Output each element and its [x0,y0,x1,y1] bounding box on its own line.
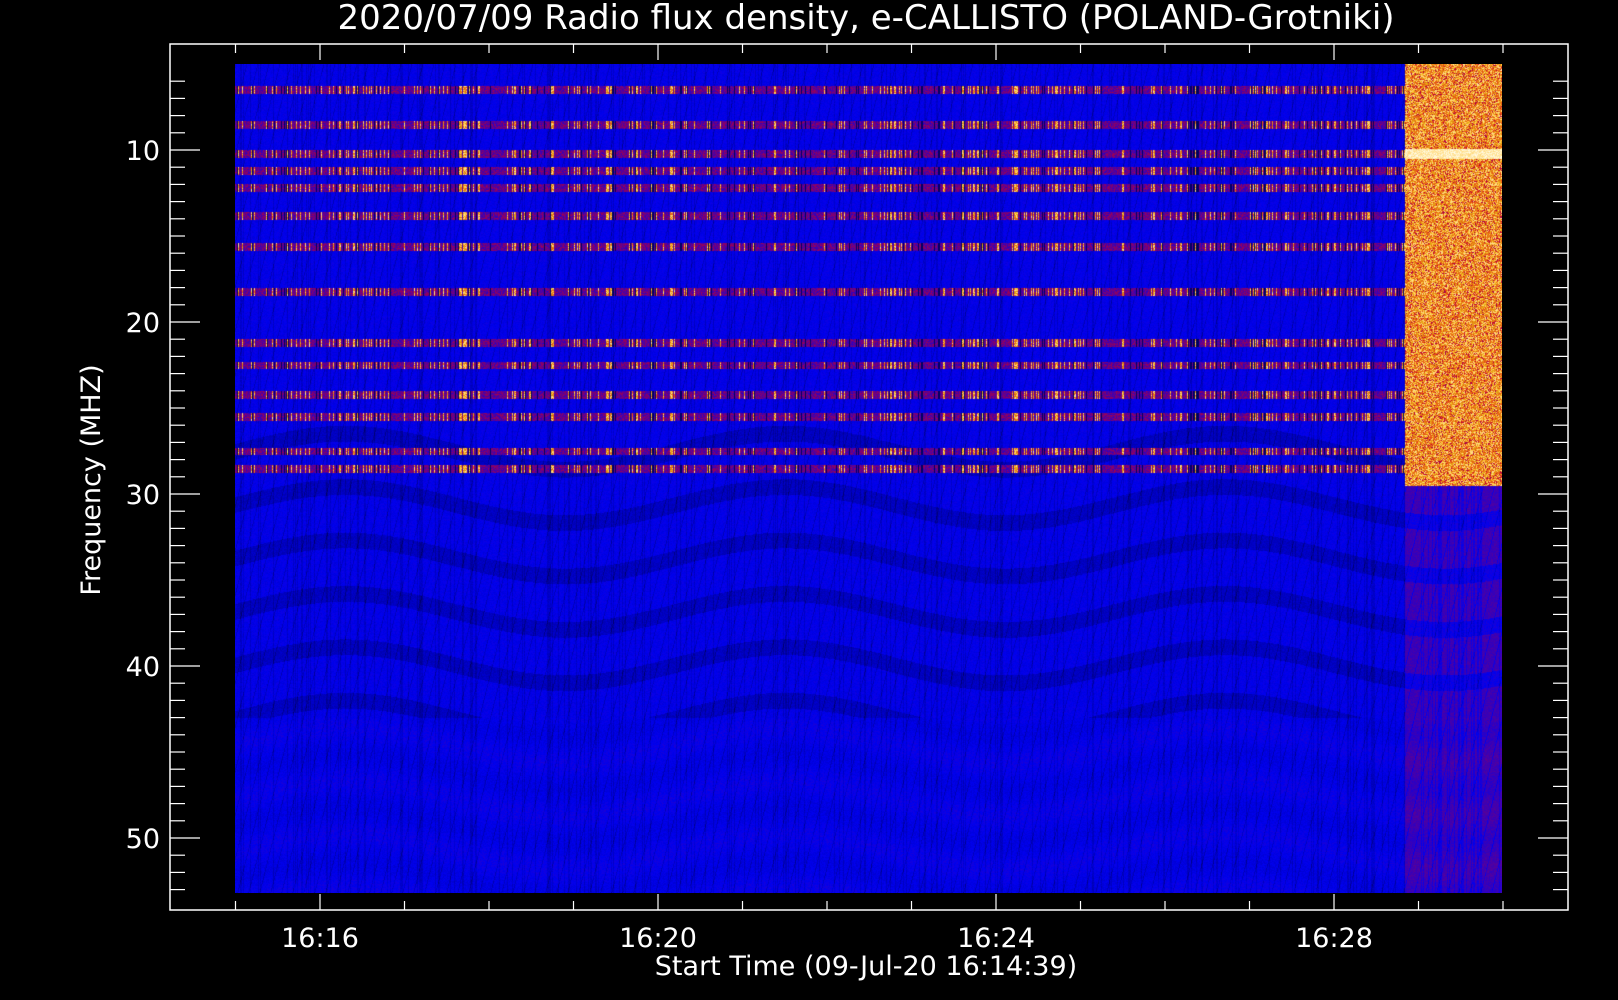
x-tick-label: 16:28 [1295,923,1373,954]
spectrogram-plot [235,64,1502,893]
y-axis-label: Frequency (MHZ) [76,364,107,595]
y-tick-label: 20 [126,308,160,339]
spectrogram-image [235,64,1502,893]
x-tick-label: 16:24 [957,923,1035,954]
y-tick-label: 10 [126,136,160,167]
x-tick-label: 16:20 [619,923,697,954]
spectrogram-chart: 2020/07/09 Radio flux density, e-CALLIST… [0,0,1618,1000]
y-tick-label: 50 [126,824,160,855]
x-tick-label: 16:16 [281,923,359,954]
x-axis-label: Start Time (09-Jul-20 16:14:39) [655,951,1077,982]
chart-title: 2020/07/09 Radio flux density, e-CALLIST… [337,0,1394,38]
y-tick-label: 30 [126,480,160,511]
y-tick-label: 40 [126,652,160,683]
